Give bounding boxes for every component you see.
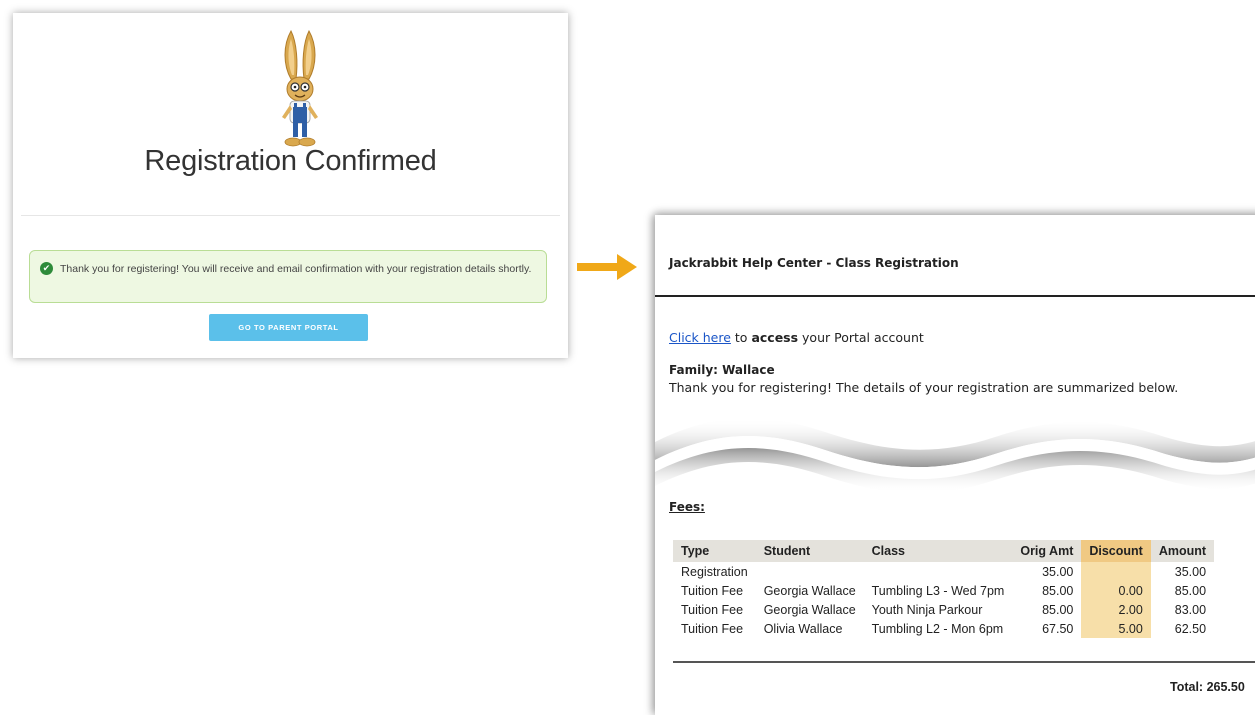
cell-orig-amt: 67.50 bbox=[1042, 621, 1074, 636]
cell-discount: 0.00 bbox=[1081, 581, 1151, 600]
column-header-discount: Discount bbox=[1081, 540, 1151, 562]
torn-edge-divider bbox=[655, 418, 1255, 494]
cell-class: Tumbling L2 - Mon 6pm bbox=[871, 621, 1004, 636]
right-arrow-icon bbox=[577, 254, 637, 280]
portal-text-access: access bbox=[751, 330, 799, 345]
jackrabbit-mascot-icon bbox=[282, 29, 318, 147]
cell-class bbox=[864, 562, 1013, 581]
table-row: Registration 35.00 35.00 bbox=[673, 562, 1214, 581]
registration-confirmation-card: Registration Confirmed ✔ Thank you for r… bbox=[13, 13, 568, 358]
cell-orig-amt: 35.00 bbox=[1042, 564, 1074, 579]
portal-access-line: Click here to access your Portal account bbox=[669, 330, 924, 345]
table-row: Tuition Fee Olivia Wallace Tumbling L2 -… bbox=[673, 619, 1214, 638]
portal-text-account: your Portal account bbox=[798, 330, 924, 345]
cell-type: Tuition Fee bbox=[681, 602, 744, 617]
column-header-type: Type bbox=[673, 540, 756, 562]
column-header-orig-amt: Orig Amt bbox=[1012, 540, 1082, 562]
confirmation-email-preview: Jackrabbit Help Center - Class Registrat… bbox=[655, 215, 1255, 715]
table-row: Tuition Fee Georgia Wallace Tumbling L3 … bbox=[673, 581, 1214, 600]
table-header-row: Type Student Class Orig Amt Discount Amo… bbox=[673, 540, 1215, 562]
cell-orig-amt: 85.00 bbox=[1042, 602, 1074, 617]
family-name: Family: Wallace bbox=[669, 363, 775, 377]
cell-student: Georgia Wallace bbox=[763, 602, 856, 617]
cell-amount: 62.50 bbox=[1174, 621, 1207, 636]
cell-amount: 85.00 bbox=[1174, 583, 1207, 598]
total-amount: Total: 265.50 bbox=[1170, 680, 1245, 694]
click-here-link[interactable]: Click here bbox=[669, 330, 731, 345]
cell-discount bbox=[1081, 562, 1151, 581]
table-divider bbox=[673, 661, 1255, 663]
table-row: Tuition Fee Georgia Wallace Youth Ninja … bbox=[673, 600, 1214, 619]
fees-heading: Fees: bbox=[669, 500, 705, 514]
column-header-amount: Amount bbox=[1150, 540, 1215, 562]
cell-type: Registration bbox=[681, 564, 748, 579]
cell-class: Tumbling L3 - Wed 7pm bbox=[871, 583, 1005, 598]
cell-student: Olivia Wallace bbox=[763, 621, 843, 636]
cell-amount: 35.00 bbox=[1174, 564, 1207, 579]
email-title: Jackrabbit Help Center - Class Registrat… bbox=[669, 256, 959, 270]
page-title: Registration Confirmed bbox=[144, 145, 437, 177]
portal-text-to: to bbox=[730, 330, 752, 345]
cell-student bbox=[756, 562, 864, 581]
cell-discount: 5.00 bbox=[1081, 619, 1151, 638]
cell-student: Georgia Wallace bbox=[763, 583, 856, 598]
check-circle-icon: ✔ bbox=[40, 262, 53, 275]
alert-message: Thank you for registering! You will rece… bbox=[60, 263, 532, 275]
cell-discount: 2.00 bbox=[1081, 600, 1151, 619]
cell-orig-amt: 85.00 bbox=[1042, 583, 1074, 598]
cell-type: Tuition Fee bbox=[681, 583, 744, 598]
divider bbox=[21, 215, 560, 216]
cell-type: Tuition Fee bbox=[681, 621, 744, 636]
cell-class: Youth Ninja Parkour bbox=[871, 602, 983, 617]
column-header-student: Student bbox=[755, 540, 864, 562]
email-divider bbox=[655, 295, 1255, 297]
cell-amount: 83.00 bbox=[1174, 602, 1207, 617]
go-to-parent-portal-button[interactable]: GO TO PARENT PORTAL bbox=[209, 314, 368, 341]
success-alert: ✔ Thank you for registering! You will re… bbox=[29, 250, 547, 303]
fees-table: Type Student Class Orig Amt Discount Amo… bbox=[673, 540, 1215, 638]
column-header-class: Class bbox=[863, 540, 1013, 562]
